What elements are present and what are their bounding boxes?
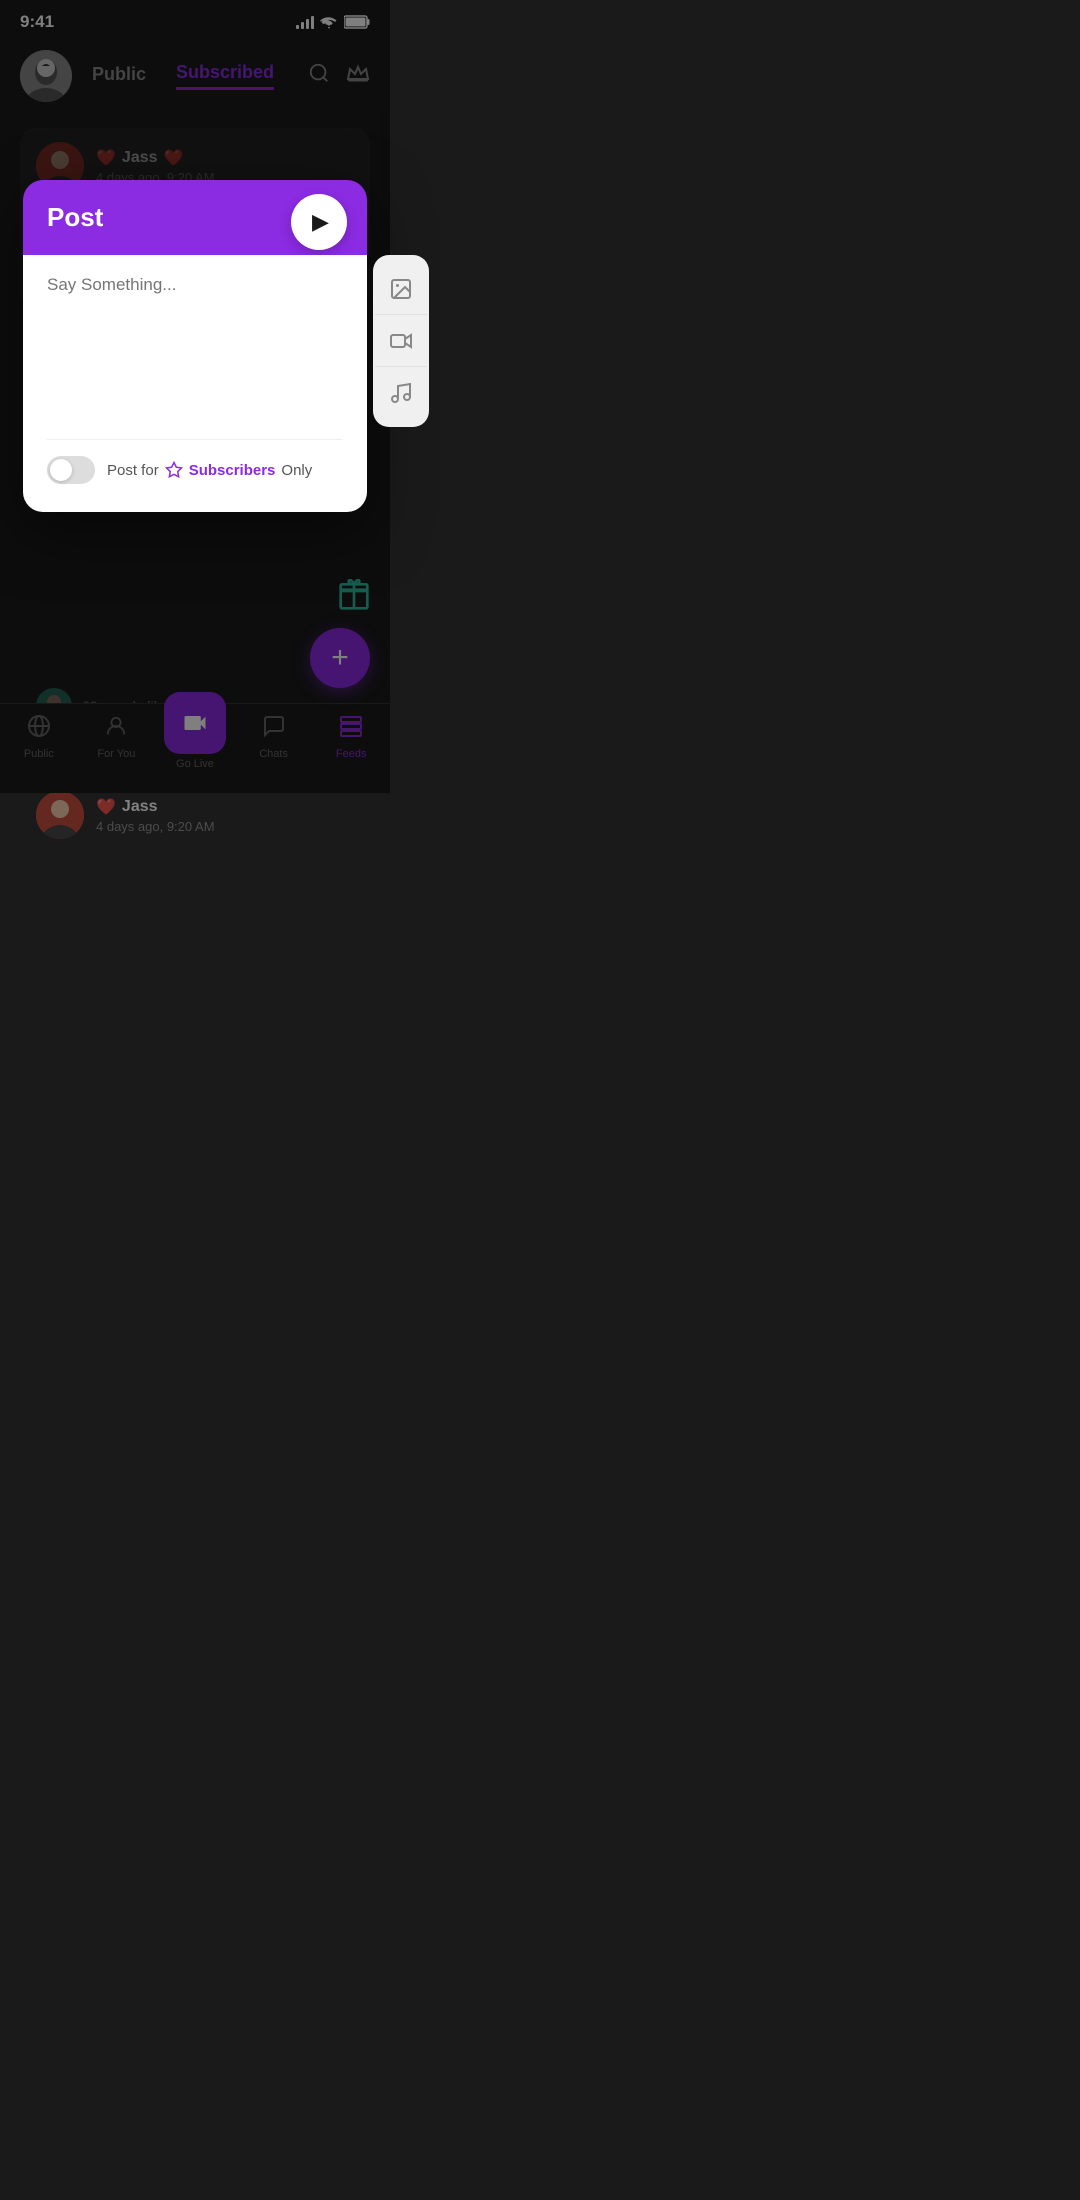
post-modal: Post ▶	[23, 180, 367, 512]
music-button[interactable]	[375, 367, 427, 419]
send-button[interactable]: ▶	[291, 194, 347, 250]
modal-header: Post ▶	[23, 180, 367, 255]
video-button[interactable]	[375, 315, 427, 367]
post-name-2: ❤️ Jass	[96, 797, 215, 817]
toggle-knob	[50, 459, 72, 481]
post-time-2: 4 days ago, 9:20 AM	[96, 819, 215, 834]
media-toolbar	[373, 255, 429, 427]
post-input[interactable]	[47, 275, 343, 435]
modal-footer: Post for Subscribers Only	[47, 439, 343, 484]
post-avatar-2	[36, 791, 84, 839]
modal-overlay[interactable]: Post ▶	[0, 0, 390, 793]
modal-body: Post for Subscribers Only	[23, 255, 367, 512]
modal-title: Post	[47, 202, 103, 233]
post-for-label: Post for Subscribers Only	[107, 461, 312, 479]
send-icon: ▶	[312, 209, 329, 235]
subscribers-toggle[interactable]	[47, 456, 95, 484]
image-button[interactable]	[375, 263, 427, 315]
